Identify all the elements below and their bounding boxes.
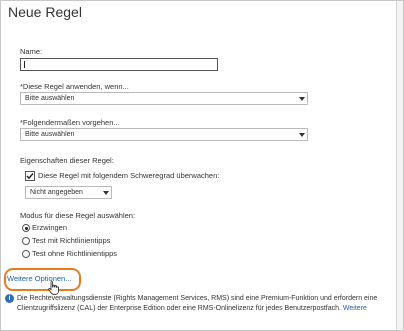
- name-label: Name:: [20, 47, 43, 56]
- apply-rule-select-value: Bitte auswählen: [25, 95, 75, 102]
- text-caret: [24, 61, 25, 68]
- mode-radio-enforce[interactable]: [22, 224, 30, 232]
- action-select-value: Bitte auswählen: [25, 131, 75, 138]
- mode-label: Modus für diese Regel auswählen:: [20, 211, 136, 220]
- info-more-link[interactable]: Weitere: [343, 305, 367, 312]
- name-input[interactable]: [20, 58, 218, 71]
- info-text-line: Clientzugriffslizenz (CAL) der Enterpris…: [17, 304, 397, 314]
- properties-label: Eigenschaften dieser Regel:: [20, 156, 114, 165]
- action-select[interactable]: Bitte auswählen: [20, 128, 308, 141]
- mode-option-label: Test ohne Richtlinientipps: [32, 249, 118, 258]
- rms-info-text: Die Rechteverwaltungsdienste (Rights Man…: [17, 294, 397, 314]
- vertical-scrollbar[interactable]: [396, 1, 403, 330]
- mode-radio-test-without-tips[interactable]: [22, 250, 30, 258]
- dialog-title: Neue Regel: [8, 4, 82, 20]
- action-label: *Folgendermaßen vorgehen...: [20, 118, 120, 127]
- radio-selected-dot: [24, 226, 28, 230]
- info-text-segment: Clientzugriffslizenz (CAL) der Enterpris…: [17, 305, 341, 312]
- info-icon: i: [5, 294, 14, 303]
- checkmark-icon: [26, 173, 34, 180]
- chevron-down-icon: [103, 191, 109, 195]
- new-rule-dialog: Neue Regel Name: *Diese Regel anwenden, …: [0, 0, 404, 331]
- severity-select-value: Nicht angegeben: [30, 189, 83, 196]
- chevron-down-icon: [299, 133, 305, 137]
- apply-rule-select[interactable]: Bitte auswählen: [20, 92, 308, 105]
- mode-option-label: Erzwingen: [32, 223, 68, 232]
- chevron-down-icon: [299, 97, 305, 101]
- mode-radio-test-with-tips[interactable]: [22, 237, 30, 245]
- mode-option-label: Test mit Richtlinientipps: [32, 236, 111, 245]
- apply-rule-label: *Diese Regel anwenden, wenn...: [20, 82, 129, 91]
- info-text-line: Die Rechteverwaltungsdienste (Rights Man…: [17, 295, 378, 302]
- hand-cursor-icon: [48, 281, 59, 295]
- severity-select[interactable]: Nicht angegeben: [25, 186, 112, 199]
- more-options-link[interactable]: Weitere Optionen...: [7, 274, 71, 283]
- severity-checkbox[interactable]: [25, 171, 35, 181]
- severity-checkbox-label: Diese Regel mit folgendem Schweregrad üb…: [38, 171, 220, 180]
